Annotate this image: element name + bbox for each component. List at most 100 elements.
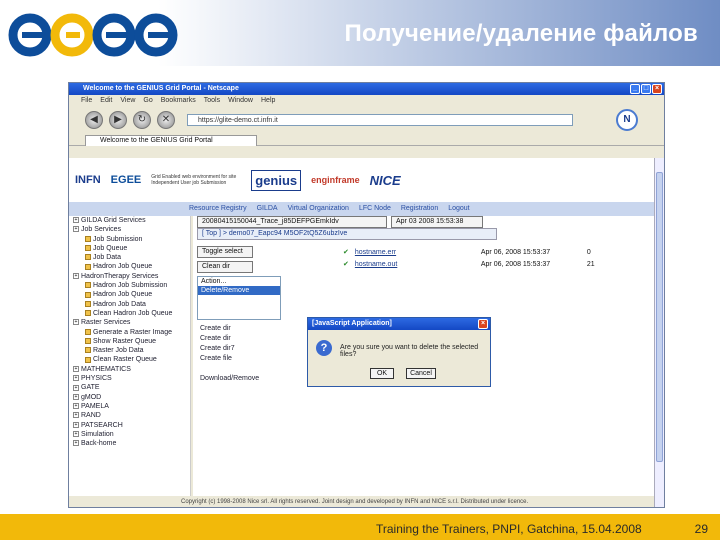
folder-icon[interactable] bbox=[85, 347, 91, 354]
tree-item[interactable]: + Raster Services bbox=[69, 318, 190, 327]
date-field[interactable]: Apr 03 2008 15:53:38 bbox=[391, 216, 483, 228]
expand-icon[interactable]: + bbox=[73, 384, 79, 391]
checkbox-icon[interactable]: ✔ bbox=[343, 247, 349, 258]
action-option[interactable] bbox=[198, 304, 280, 313]
expand-icon[interactable]: + bbox=[73, 375, 79, 382]
link-resource-registry[interactable]: Resource Registry bbox=[189, 202, 247, 216]
folder-icon[interactable] bbox=[85, 356, 91, 363]
tree-item[interactable]: + RAND bbox=[69, 411, 190, 420]
tree-item[interactable]: Job Submission bbox=[69, 235, 190, 244]
menu-edit[interactable]: Edit bbox=[100, 95, 112, 106]
menu-tools[interactable]: Tools bbox=[204, 95, 220, 106]
link-virtual-organization[interactable]: Virtual Organization bbox=[288, 202, 349, 216]
tree-item[interactable]: Hadron Job Data bbox=[69, 300, 190, 309]
expand-icon[interactable]: + bbox=[73, 430, 79, 437]
menu-file[interactable]: File bbox=[81, 95, 92, 106]
action-create-file[interactable]: Create file bbox=[197, 354, 281, 364]
file-name[interactable]: hostname.out bbox=[355, 259, 475, 270]
link-logout[interactable]: Logout bbox=[448, 202, 469, 216]
tree-item[interactable]: + GATE bbox=[69, 383, 190, 392]
expand-icon[interactable]: + bbox=[73, 440, 79, 447]
toggle-select-button[interactable]: Toggle select bbox=[197, 246, 253, 258]
expand-icon[interactable]: + bbox=[73, 365, 79, 372]
minimize-icon[interactable]: _ bbox=[630, 84, 640, 94]
stop-icon[interactable]: ✕ bbox=[157, 111, 175, 129]
tree-item[interactable]: Job Data bbox=[69, 253, 190, 262]
folder-icon[interactable] bbox=[85, 338, 91, 345]
tree-item[interactable]: + PAMELA bbox=[69, 402, 190, 411]
tree-item[interactable]: Generate a Raster Image bbox=[69, 328, 190, 337]
action-create-dir[interactable]: Create dir bbox=[197, 324, 281, 334]
menu-help[interactable]: Help bbox=[261, 95, 275, 106]
cancel-button[interactable]: Cancel bbox=[406, 368, 436, 379]
expand-icon[interactable]: + bbox=[73, 393, 79, 400]
tree-item[interactable]: + gMOD bbox=[69, 393, 190, 402]
file-name[interactable]: hostname.err bbox=[355, 247, 475, 258]
close-icon[interactable]: × bbox=[652, 84, 662, 94]
url-field[interactable]: https://glite-demo.ct.infn.it bbox=[187, 114, 573, 126]
file-row[interactable]: ✔ hostname.out Apr 06, 2008 15:53:37 21 bbox=[343, 259, 653, 270]
action-listbox[interactable]: Action... Delete/Remove bbox=[197, 276, 281, 320]
expand-icon[interactable]: + bbox=[73, 421, 79, 428]
tree-item[interactable]: + PATSEARCH bbox=[69, 421, 190, 430]
tree-item[interactable]: Hadron Job Submission bbox=[69, 281, 190, 290]
tree-item[interactable]: + HadronTherapy Services bbox=[69, 272, 190, 281]
vertical-scrollbar[interactable] bbox=[654, 158, 664, 507]
menu-window[interactable]: Window bbox=[228, 95, 253, 106]
action-option[interactable]: Action... bbox=[198, 277, 280, 286]
menu-go[interactable]: Go bbox=[143, 95, 152, 106]
expand-icon[interactable]: + bbox=[73, 403, 79, 410]
scroll-thumb[interactable] bbox=[656, 172, 663, 462]
action-create-dir[interactable]: Create dir7 bbox=[197, 344, 281, 354]
folder-icon[interactable] bbox=[85, 291, 91, 298]
tree-item[interactable]: Raster Job Data bbox=[69, 346, 190, 355]
back-icon[interactable]: ◀ bbox=[85, 111, 103, 129]
folder-icon[interactable] bbox=[85, 254, 91, 261]
tree-item[interactable]: Show Raster Queue bbox=[69, 337, 190, 346]
link-registration[interactable]: Registration bbox=[401, 202, 438, 216]
folder-icon[interactable] bbox=[85, 300, 91, 307]
tree-item[interactable]: + GILDA Grid Services bbox=[69, 216, 190, 225]
folder-icon[interactable] bbox=[85, 310, 91, 317]
maximize-icon[interactable]: □ bbox=[641, 84, 651, 94]
clean-dir-button[interactable]: Clean dir bbox=[197, 261, 253, 273]
action-option[interactable] bbox=[198, 295, 280, 304]
tree-item[interactable]: + Back-home bbox=[69, 439, 190, 448]
tree-item[interactable]: + Simulation bbox=[69, 430, 190, 439]
breadcrumb[interactable]: [ Top ] > demo07_Eapc94 M5OF2tQ5Z6ubzIve bbox=[197, 228, 497, 240]
browser-tab[interactable]: Welcome to the GENIUS Grid Portal bbox=[85, 135, 257, 146]
ok-button[interactable]: OK bbox=[370, 368, 394, 379]
tree-item[interactable]: Job Queue bbox=[69, 244, 190, 253]
tree-item[interactable]: Clean Hadron Job Queue bbox=[69, 309, 190, 318]
enginframe-logo: enginframe bbox=[311, 175, 360, 185]
action-create-dir[interactable]: Create dir bbox=[197, 334, 281, 344]
tree-item[interactable]: Hadron Job Queue bbox=[69, 262, 190, 271]
tree-item[interactable]: + MATHEMATICS bbox=[69, 365, 190, 374]
folder-icon[interactable] bbox=[85, 282, 91, 289]
forward-icon[interactable]: ▶ bbox=[109, 111, 127, 129]
link-lfc-node[interactable]: LFC Node bbox=[359, 202, 391, 216]
tree-item[interactable]: + Job Services bbox=[69, 225, 190, 234]
folder-icon[interactable] bbox=[85, 235, 91, 242]
folder-icon[interactable] bbox=[85, 328, 91, 335]
folder-icon[interactable] bbox=[85, 245, 91, 252]
link-gilda[interactable]: GILDA bbox=[257, 202, 278, 216]
expand-icon[interactable]: + bbox=[73, 412, 79, 419]
action-download-remove[interactable]: Download/Remove bbox=[197, 374, 281, 384]
tree-item[interactable]: Clean Raster Queue bbox=[69, 355, 190, 364]
expand-icon[interactable]: + bbox=[73, 272, 79, 279]
file-row[interactable]: ✔ hostname.err Apr 06, 2008 15:53:37 0 bbox=[343, 247, 653, 258]
checkbox-icon[interactable]: ✔ bbox=[343, 259, 349, 270]
reload-icon[interactable]: ↻ bbox=[133, 111, 151, 129]
action-option-selected[interactable]: Delete/Remove bbox=[198, 286, 280, 295]
dialog-close-icon[interactable]: × bbox=[478, 319, 488, 329]
expand-icon[interactable]: + bbox=[73, 217, 79, 224]
job-select-dropdown[interactable]: 20080415150044_Trace_j85DEFPGEmkIdv bbox=[197, 216, 387, 228]
menu-bookmarks[interactable]: Bookmarks bbox=[161, 95, 196, 106]
expand-icon[interactable]: + bbox=[73, 319, 79, 326]
expand-icon[interactable]: + bbox=[73, 226, 79, 233]
tree-item[interactable]: + PHYSICS bbox=[69, 374, 190, 383]
tree-item[interactable]: Hadron Job Queue bbox=[69, 290, 190, 299]
menu-view[interactable]: View bbox=[120, 95, 135, 106]
folder-icon[interactable] bbox=[85, 263, 91, 270]
